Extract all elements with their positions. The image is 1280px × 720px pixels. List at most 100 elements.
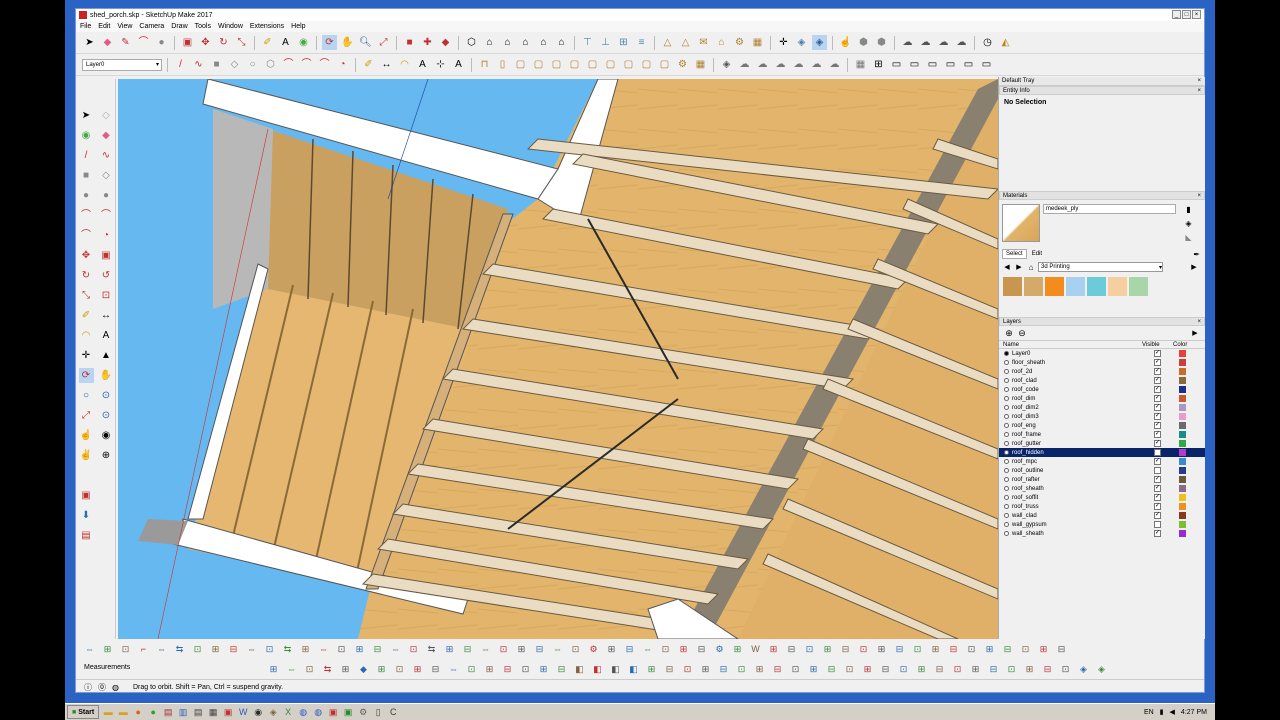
- freehand-icon[interactable]: ∿: [99, 148, 114, 163]
- select-icon[interactable]: ➤: [82, 35, 97, 50]
- layer-row[interactable]: roof_frame ✓: [999, 430, 1205, 439]
- toolbar-button-icon[interactable]: ⊡: [788, 662, 803, 677]
- materials-header[interactable]: Materials ×: [999, 191, 1205, 200]
- entity-info-header[interactable]: Entity Info ×: [999, 86, 1205, 95]
- move-icon[interactable]: ✥: [198, 35, 213, 50]
- layer-visible-checkbox[interactable]: ✓: [1154, 440, 1161, 447]
- toolbar-button-icon[interactable]: ◧: [608, 662, 623, 677]
- forward-icon[interactable]: ▶: [1014, 260, 1024, 275]
- firefox-icon[interactable]: ●: [132, 706, 144, 718]
- toolbar-button-icon[interactable]: ◧: [572, 662, 587, 677]
- excel-icon[interactable]: X: [282, 706, 294, 718]
- cloud-icon[interactable]: ☁: [900, 35, 915, 50]
- follow-me-icon[interactable]: ↺: [99, 268, 114, 283]
- move-icon[interactable]: ✥: [79, 248, 94, 263]
- toolbar-button-icon[interactable]: ⊟: [532, 642, 547, 657]
- layer-color-swatch[interactable]: [1179, 350, 1186, 357]
- active-layer-radio[interactable]: [1004, 396, 1009, 401]
- rotate-icon[interactable]: ↻: [216, 35, 231, 50]
- toolbar-button-icon[interactable]: ⊡: [658, 642, 673, 657]
- frame5-icon[interactable]: ▭: [961, 57, 976, 72]
- toolbar-button-icon[interactable]: ⇔: [446, 662, 461, 677]
- layer-color-swatch[interactable]: [1179, 503, 1186, 510]
- cloud3-icon[interactable]: ☁: [773, 57, 788, 72]
- window3-icon[interactable]: ▢: [549, 57, 564, 72]
- toolbar-button-icon[interactable]: ⊟: [1000, 642, 1015, 657]
- active-layer-radio[interactable]: [1004, 441, 1009, 446]
- toolbar-button-icon[interactable]: ⊟: [892, 642, 907, 657]
- arc-icon[interactable]: ⌒: [79, 208, 94, 223]
- protractor-icon[interactable]: ◠: [79, 328, 94, 343]
- geo-icon[interactable]: ⓪: [98, 682, 106, 693]
- layer-visible-checkbox[interactable]: [1154, 521, 1161, 528]
- rect-icon[interactable]: ■: [209, 57, 224, 72]
- section-plane-icon[interactable]: ⊕: [99, 448, 114, 463]
- layer-color-swatch[interactable]: [1179, 422, 1186, 429]
- layer-row[interactable]: roof_soffit ✓: [999, 493, 1205, 502]
- material-swatch[interactable]: [1066, 277, 1085, 296]
- notepad-icon[interactable]: ▤: [192, 706, 204, 718]
- toolbar-button-icon[interactable]: ⊡: [680, 662, 695, 677]
- toolbar-button-icon[interactable]: ◈: [1076, 662, 1091, 677]
- toolbar-button-icon[interactable]: ⊡: [464, 662, 479, 677]
- active-layer-radio[interactable]: [1004, 414, 1009, 419]
- toolbar-button-icon[interactable]: ⊟: [1054, 642, 1069, 657]
- settings-app-icon[interactable]: ⚙: [357, 706, 369, 718]
- terminal-icon[interactable]: ▣: [342, 706, 354, 718]
- info-icon[interactable]: ⓘ: [84, 682, 92, 693]
- cloud4-icon[interactable]: ☁: [954, 35, 969, 50]
- toolbar-button-icon[interactable]: ⊞: [266, 662, 281, 677]
- toolbar-button-icon[interactable]: ⊞: [730, 642, 745, 657]
- layer-row[interactable]: roof_dim2 ✓: [999, 403, 1205, 412]
- layer-visible-checkbox[interactable]: ✓: [1154, 404, 1161, 411]
- component-make-icon[interactable]: ◇: [99, 108, 114, 123]
- toolbar-button-icon[interactable]: ⊞: [208, 642, 223, 657]
- network-icon[interactable]: ▮: [1160, 708, 1164, 716]
- layer-visible-checkbox[interactable]: ✓: [1154, 350, 1161, 357]
- rotated-rect-icon[interactable]: ◇: [227, 57, 242, 72]
- zoom-extents-icon[interactable]: ⤢: [79, 408, 94, 423]
- layer-dropdown[interactable]: Layer0 ▾: [82, 58, 162, 71]
- layer-row[interactable]: floor_sheath ✓: [999, 358, 1205, 367]
- layer-color-swatch[interactable]: [1179, 359, 1186, 366]
- toolbar-button-icon[interactable]: ⊞: [752, 662, 767, 677]
- layer-color-swatch[interactable]: [1179, 377, 1186, 384]
- layer-visible-checkbox[interactable]: [1154, 449, 1161, 456]
- line-icon[interactable]: /: [173, 57, 188, 72]
- layer-visible-checkbox[interactable]: ✓: [1154, 395, 1161, 402]
- right-view-icon[interactable]: ⌂: [518, 35, 533, 50]
- toolbar-button-icon[interactable]: ⇔: [284, 662, 299, 677]
- explorer-icon[interactable]: ▬: [117, 706, 129, 718]
- active-layer-radio[interactable]: [1004, 477, 1009, 482]
- toolbar-button-icon[interactable]: ⊡: [568, 642, 583, 657]
- menu-help[interactable]: Help: [291, 23, 305, 30]
- toolbar-button-icon[interactable]: ⚙: [586, 642, 601, 657]
- media-icon[interactable]: ◉: [252, 706, 264, 718]
- layer-visible-checkbox[interactable]: ✓: [1154, 494, 1161, 501]
- text-icon[interactable]: A: [415, 57, 430, 72]
- layer-row[interactable]: roof_hidden: [999, 448, 1205, 457]
- line-icon[interactable]: /: [79, 148, 94, 163]
- toolbar-button-icon[interactable]: ⊞: [644, 662, 659, 677]
- active-layer-radio[interactable]: [1004, 387, 1009, 392]
- text-icon[interactable]: A: [278, 35, 293, 50]
- toolbar-button-icon[interactable]: ⊡: [496, 642, 511, 657]
- section-icon[interactable]: ◭: [998, 35, 1013, 50]
- toolbar-button-icon[interactable]: ⇔: [478, 642, 493, 657]
- layer-visible-checkbox[interactable]: ✓: [1154, 503, 1161, 510]
- layer-visible-checkbox[interactable]: ✓: [1154, 386, 1161, 393]
- scale-icon[interactable]: ⤡: [79, 288, 94, 303]
- pencil-icon[interactable]: ✎: [118, 35, 133, 50]
- scale-icon[interactable]: ⤡: [234, 35, 249, 50]
- walk-icon[interactable]: ☝: [838, 35, 853, 50]
- roof-icon[interactable]: ⊥: [598, 35, 613, 50]
- toolbar-button-icon[interactable]: ⇔: [154, 642, 169, 657]
- gear-icon[interactable]: ⚙: [675, 57, 690, 72]
- toolbar-button-icon[interactable]: ⊡: [1058, 662, 1073, 677]
- calc-icon[interactable]: ▦: [207, 706, 219, 718]
- active-layer-radio[interactable]: [1004, 360, 1009, 365]
- layer-color-swatch[interactable]: [1179, 494, 1186, 501]
- capture-icon[interactable]: C: [387, 706, 399, 718]
- window8-icon[interactable]: ▢: [639, 57, 654, 72]
- truss-icon[interactable]: ⊤: [580, 35, 595, 50]
